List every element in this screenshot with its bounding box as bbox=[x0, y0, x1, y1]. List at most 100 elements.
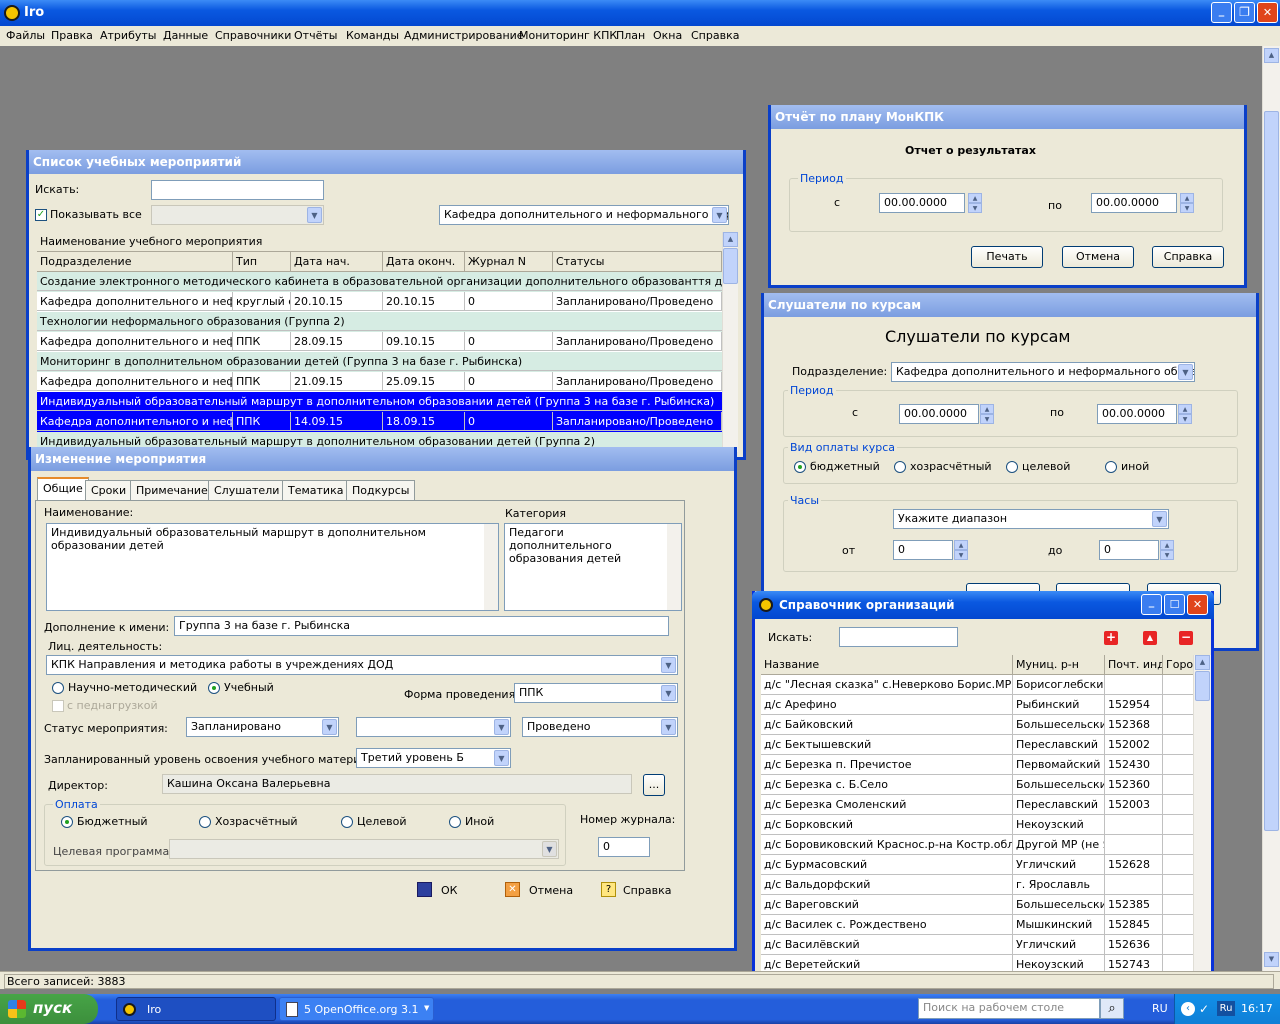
spin-up-icon[interactable]: ▲ bbox=[1160, 540, 1174, 550]
radio-educational[interactable]: Учебный bbox=[208, 681, 274, 694]
category-scroll[interactable] bbox=[667, 524, 681, 610]
grid-column-name[interactable]: Наименование учебного мероприятия bbox=[37, 232, 722, 251]
status-select-2[interactable]: ▼ bbox=[356, 717, 511, 737]
form-select[interactable]: ППК ▼ bbox=[514, 683, 678, 703]
menu-item-references[interactable]: Справочники bbox=[215, 29, 291, 42]
table-row[interactable]: Кафедра дополнительного и неформППК28.09… bbox=[37, 332, 722, 352]
tab-dates[interactable]: Сроки bbox=[85, 480, 133, 500]
students-radio-budget[interactable]: бюджетный bbox=[794, 460, 880, 473]
help-button[interactable]: ? Справка bbox=[601, 881, 681, 901]
list-item[interactable]: д/с Вальдорфский г. Ярославль bbox=[761, 875, 1199, 895]
list-item[interactable]: д/с "Лесная сказка" с.Неверково Борис.МР… bbox=[761, 675, 1199, 695]
tab-students[interactable]: Слушатели bbox=[208, 480, 286, 500]
spin-down-icon[interactable]: ▼ bbox=[1180, 203, 1194, 213]
grid-column-end[interactable]: Дата оконч. bbox=[383, 252, 465, 271]
ok-button[interactable]: ОК bbox=[417, 881, 477, 901]
level-select[interactable]: Третий уровень Б ▼ bbox=[356, 748, 511, 768]
org-column-district[interactable]: Муниц. р-н bbox=[1013, 655, 1105, 674]
list-item[interactable]: д/с Боровиковский Краснос.р-на Костр.обл… bbox=[761, 835, 1199, 855]
students-from-input[interactable]: 00.00.0000 bbox=[899, 404, 979, 424]
radio-scientific[interactable]: Научно-методический bbox=[52, 681, 197, 694]
students-to-input[interactable]: 00.00.0000 bbox=[1097, 404, 1177, 424]
report-cancel-button[interactable]: Отмена bbox=[1062, 246, 1134, 268]
list-item[interactable]: д/с Борковский Некоузский bbox=[761, 815, 1199, 835]
spin-down-icon[interactable]: ▼ bbox=[1160, 550, 1174, 560]
grid-column-status[interactable]: Статусы bbox=[553, 252, 722, 271]
org-close-button[interactable]: ✕ bbox=[1187, 594, 1208, 615]
department-select[interactable]: Кафедра дополнительного и неформального … bbox=[439, 205, 729, 225]
grid-column-journal[interactable]: Журнал N bbox=[465, 252, 553, 271]
list-item[interactable]: д/с Байковский Большесельский 152368 bbox=[761, 715, 1199, 735]
scroll-thumb[interactable] bbox=[1195, 671, 1210, 701]
org-maximize-button[interactable]: ☐ bbox=[1164, 594, 1185, 615]
delete-icon[interactable]: − bbox=[1179, 631, 1193, 645]
spin-up-icon[interactable]: ▲ bbox=[968, 193, 982, 203]
spin-down-icon[interactable]: ▼ bbox=[980, 414, 994, 424]
list-item[interactable]: д/с Вареговский Большесельский 152385 bbox=[761, 895, 1199, 915]
tab-general[interactable]: Общие bbox=[37, 477, 89, 500]
list-item[interactable]: д/с Бектышевский Переславский 152002 bbox=[761, 735, 1199, 755]
hours-from-input[interactable]: 0 bbox=[893, 540, 953, 560]
table-row[interactable]: Кафедра дополнительного и неформППК21.09… bbox=[37, 372, 722, 392]
hours-to-input[interactable]: 0 bbox=[1099, 540, 1159, 560]
back-arrow-icon[interactable]: ‹ bbox=[1181, 1002, 1195, 1016]
menu-item-plan[interactable]: План bbox=[616, 29, 645, 42]
cancel-button[interactable]: ✕ Отмена bbox=[505, 881, 585, 901]
workspace-scrollbar[interactable]: ▲ ▼ bbox=[1262, 46, 1280, 971]
students-radio-other[interactable]: иной bbox=[1105, 460, 1149, 473]
org-column-zip[interactable]: Почт. инд bbox=[1105, 655, 1163, 674]
radio-selfpay[interactable]: Хозрасчётный bbox=[199, 815, 298, 828]
language-indicator[interactable]: RU bbox=[1152, 1002, 1168, 1015]
name-textarea[interactable]: Индивидуальный образовательный маршрут в… bbox=[46, 523, 499, 611]
show-all-checkbox[interactable]: ✓ Показывать все bbox=[35, 208, 142, 221]
list-item[interactable]: д/с Арефино Рыбинский 152954 bbox=[761, 695, 1199, 715]
activity-select[interactable]: КПК Направления и методика работы в учре… bbox=[46, 655, 678, 675]
menu-item-files[interactable]: Файлы bbox=[6, 29, 45, 42]
spin-down-icon[interactable]: ▼ bbox=[968, 203, 982, 213]
list-item[interactable]: д/с Василёвский Угличский 152636 bbox=[761, 935, 1199, 955]
menu-item-commands[interactable]: Команды bbox=[346, 29, 399, 42]
director-pick-button[interactable]: ... bbox=[643, 774, 665, 796]
grid-column-type[interactable]: Тип bbox=[233, 252, 291, 271]
spin-down-icon[interactable]: ▼ bbox=[954, 550, 968, 560]
language-ru-icon[interactable]: Ru bbox=[1217, 1001, 1235, 1016]
table-row[interactable]: Создание электронного методического каби… bbox=[37, 272, 722, 292]
print-button[interactable]: Печать bbox=[971, 246, 1043, 268]
menu-item-monitoring[interactable]: Мониторинг КПК bbox=[519, 29, 617, 42]
org-column-name[interactable]: Название bbox=[761, 655, 1013, 674]
edit-up-icon[interactable]: ▲ bbox=[1143, 631, 1157, 645]
name-scroll[interactable] bbox=[484, 524, 498, 610]
table-row[interactable]: Технологии неформального образования (Гр… bbox=[37, 312, 722, 332]
events-grid-scrollbar[interactable]: ▲ bbox=[722, 232, 738, 452]
radio-budget[interactable]: Бюджетный bbox=[61, 815, 148, 828]
spin-up-icon[interactable]: ▲ bbox=[954, 540, 968, 550]
journal-input[interactable]: 0 bbox=[598, 837, 650, 857]
search-icon[interactable]: ⌕ bbox=[1100, 998, 1124, 1019]
category-textarea[interactable]: Педагоги дополнительного образования дет… bbox=[504, 523, 682, 611]
menu-item-data[interactable]: Данные bbox=[163, 29, 208, 42]
spin-up-icon[interactable]: ▲ bbox=[1178, 404, 1192, 414]
list-item[interactable]: д/с Березка п. Пречистое Первомайский 1524… bbox=[761, 755, 1199, 775]
students-dept-select[interactable]: Кафедра дополнительного и неформального … bbox=[891, 362, 1195, 382]
spin-up-icon[interactable]: ▲ bbox=[1180, 193, 1194, 203]
table-row[interactable]: Кафедра дополнительного и неформППК14.09… bbox=[37, 412, 722, 432]
tab-topics[interactable]: Тематика bbox=[282, 480, 350, 500]
menu-item-attributes[interactable]: Атрибуты bbox=[100, 29, 156, 42]
radio-target[interactable]: Целевой bbox=[341, 815, 406, 828]
close-button[interactable]: ✕ bbox=[1257, 2, 1278, 23]
tab-subcourses[interactable]: Подкурсы bbox=[346, 480, 416, 500]
students-radio-target[interactable]: целевой bbox=[1006, 460, 1070, 473]
add-icon[interactable]: + bbox=[1104, 631, 1118, 645]
list-item[interactable]: д/с Березка с. Б.Село Большесельский 15236… bbox=[761, 775, 1199, 795]
table-row[interactable]: Индивидуальный образовательный маршрут в… bbox=[37, 392, 722, 412]
status-select[interactable]: Запланировано ▼ bbox=[186, 717, 339, 737]
list-item[interactable]: д/с Василек с. Рождествено Мышкинский 1528… bbox=[761, 915, 1199, 935]
scroll-up-icon[interactable]: ▲ bbox=[1195, 655, 1210, 670]
list-item[interactable]: д/с Березка Смоленский Переславский 152003 bbox=[761, 795, 1199, 815]
grid-column-dept[interactable]: Подразделение bbox=[37, 252, 233, 271]
tab-notes[interactable]: Примечание bbox=[130, 480, 214, 500]
desktop-search-input[interactable]: Поиск на рабочем столе bbox=[918, 998, 1100, 1019]
report-from-input[interactable]: 00.00.0000 bbox=[879, 193, 965, 213]
restore-button[interactable]: ❐ bbox=[1234, 2, 1255, 23]
search-input[interactable] bbox=[151, 180, 324, 200]
